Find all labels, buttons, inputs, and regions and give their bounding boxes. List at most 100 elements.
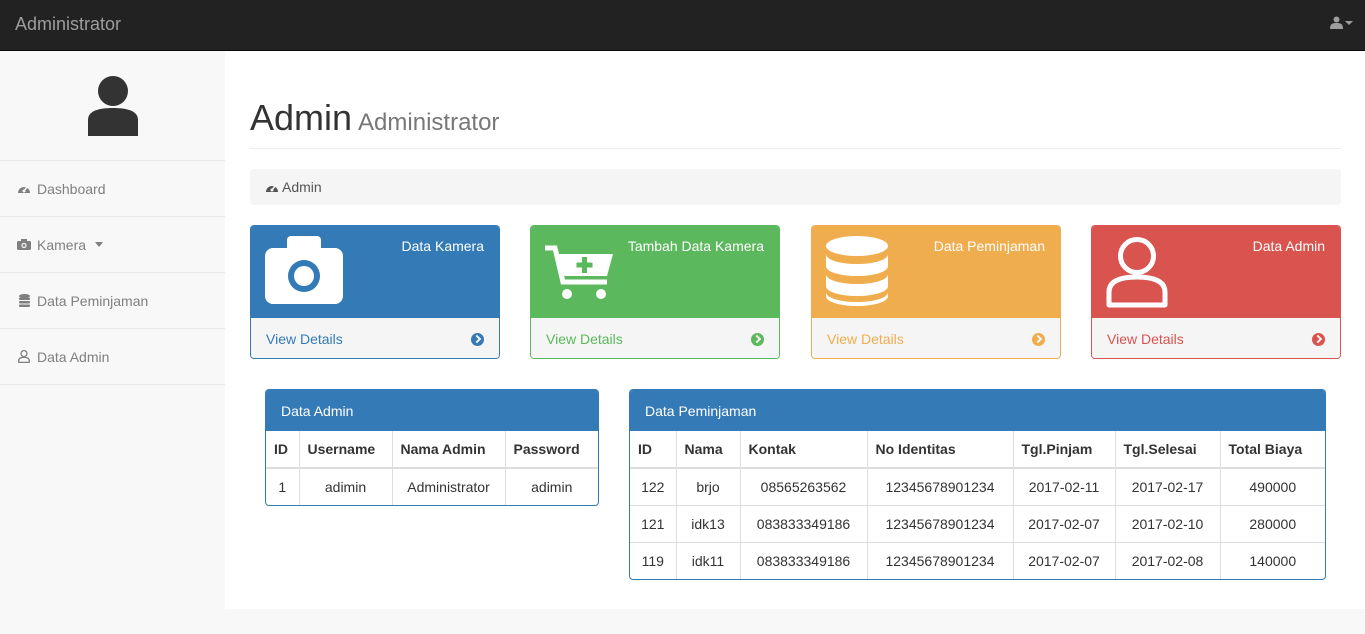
chevron-down-icon: [1345, 20, 1353, 25]
panel-heading: Data Admin: [266, 390, 598, 431]
chevron-down-icon: [95, 242, 104, 247]
user-outline-icon: [17, 350, 31, 364]
sidebar-item-data-admin[interactable]: Data Admin: [0, 329, 225, 385]
user-outline-icon: [1106, 236, 1168, 311]
main-content: Admin Administrator Admin Data Kamera Vie…: [225, 51, 1365, 609]
column-header: Kontak: [740, 431, 868, 469]
page-subtitle: Administrator: [358, 109, 500, 136]
column-header: Username: [299, 431, 393, 469]
table-row[interactable]: 1 adimin Administrator adimin: [266, 467, 598, 505]
card-header: Data Kamera: [251, 226, 499, 318]
card-link-label: View Details: [827, 331, 904, 347]
view-details-link[interactable]: View Details: [812, 318, 1060, 358]
arrow-circle-right-icon: [1032, 332, 1045, 346]
breadcrumb: Admin: [250, 169, 1341, 205]
card-header: Data Peminjaman: [812, 226, 1060, 318]
column-header: Tgl.Selesai: [1115, 431, 1221, 469]
table-cell: brjo: [676, 467, 741, 505]
dashboard-icon: [17, 182, 31, 196]
table-cell: 490000: [1220, 467, 1325, 505]
table-cell: 12345678901234: [867, 467, 1014, 505]
sidebar-item-label: Data Admin: [37, 348, 110, 365]
card-title: Data Peminjaman: [933, 238, 1045, 254]
table-cell: 1: [266, 467, 300, 505]
user-icon: [87, 75, 138, 136]
camera-icon: [265, 236, 343, 307]
card-header: Tambah Data Kamera: [531, 226, 779, 318]
card-title: Data Kamera: [401, 238, 484, 254]
card-data-peminjaman: Data Peminjaman View Details: [811, 225, 1061, 359]
table-cell: 2017-02-17: [1115, 467, 1221, 505]
sidebar-item-kamera[interactable]: Kamera: [0, 217, 225, 273]
view-details-link[interactable]: View Details: [531, 318, 779, 358]
view-details-link[interactable]: View Details: [251, 318, 499, 358]
card-data-kamera: Data Kamera View Details: [250, 225, 500, 359]
column-header: Tgl.Pinjam: [1013, 431, 1116, 469]
sidebar-avatar: [0, 51, 225, 161]
column-header: Nama Admin: [392, 431, 506, 469]
card-link-label: View Details: [546, 331, 623, 347]
table-row[interactable]: 122 brjo 08565263562 12345678901234 2017…: [630, 467, 1325, 505]
card-link-label: View Details: [1107, 331, 1184, 347]
page-header: Admin Administrator: [250, 97, 1341, 149]
table-cell: 2017-02-11: [1013, 467, 1116, 505]
card-header: Data Admin: [1092, 226, 1340, 318]
table-cell: adimin: [505, 467, 598, 505]
card-link-label: View Details: [266, 331, 343, 347]
table-cell: 2017-02-08: [1115, 541, 1221, 579]
sidebar-item-label: Kamera: [37, 236, 87, 253]
table-cell: 083833349186: [740, 504, 868, 542]
table-cell: 121: [630, 504, 677, 542]
arrow-circle-right-icon: [1312, 332, 1325, 346]
sidebar: Dashboard Kamera Data Peminjaman Data Ad…: [0, 51, 225, 634]
table-cell: idk11: [676, 541, 741, 579]
breadcrumb-item[interactable]: Admin: [282, 179, 322, 195]
camera-icon: [17, 238, 31, 252]
table-row[interactable]: 121 idk13 083833349186 12345678901234 20…: [630, 504, 1325, 542]
table-cell: 280000: [1220, 504, 1325, 542]
panel-heading: Data Peminjaman: [630, 390, 1325, 431]
card-title: Data Admin: [1252, 238, 1325, 254]
card-data-admin: Data Admin View Details: [1091, 225, 1341, 359]
column-header: ID: [266, 431, 300, 469]
database-icon: [17, 294, 31, 308]
page-title: Admin Administrator: [250, 97, 1341, 139]
dashboard-icon: [265, 182, 279, 193]
arrow-circle-right-icon: [751, 332, 764, 346]
table-cell: Administrator: [392, 467, 506, 505]
sidebar-item-dashboard[interactable]: Dashboard: [0, 161, 225, 217]
column-header: Total Biaya: [1220, 431, 1325, 469]
sidebar-item-label: Dashboard: [37, 180, 106, 197]
top-navbar: Administrator: [0, 0, 1365, 51]
table-cell: 2017-02-07: [1013, 504, 1116, 542]
column-header: Nama: [676, 431, 741, 469]
table-cell: 12345678901234: [867, 541, 1014, 579]
arrow-circle-right-icon: [471, 332, 484, 346]
user-menu-toggle[interactable]: [1330, 16, 1353, 29]
column-header: ID: [630, 431, 677, 469]
page-title-text: Admin: [250, 97, 353, 138]
footer-strip: [225, 609, 1365, 634]
admin-table-panel: Data Admin ID Username Nama Admin Passwo…: [265, 389, 599, 506]
table-cell: 12345678901234: [867, 504, 1014, 542]
table-cell: 2017-02-07: [1013, 541, 1116, 579]
admin-table: ID Username Nama Admin Password 1 adimin…: [266, 431, 598, 505]
brand-title[interactable]: Administrator: [15, 14, 121, 35]
loan-table-panel: Data Peminjaman ID Nama Kontak No Identi…: [629, 389, 1326, 580]
table-cell: 140000: [1220, 541, 1325, 579]
database-icon: [826, 236, 888, 309]
view-details-link[interactable]: View Details: [1092, 318, 1340, 358]
user-icon: [1330, 16, 1343, 29]
card-title: Tambah Data Kamera: [627, 238, 764, 254]
sidebar-item-label: Data Peminjaman: [37, 292, 149, 309]
table-cell: 122: [630, 467, 677, 505]
table-cell: idk13: [676, 504, 741, 542]
table-cell: 2017-02-10: [1115, 504, 1221, 542]
sidebar-item-data-peminjaman[interactable]: Data Peminjaman: [0, 273, 225, 329]
cart-plus-icon: [545, 244, 615, 305]
table-header-row: ID Nama Kontak No Identitas Tgl.Pinjam T…: [630, 431, 1325, 469]
column-header: No Identitas: [867, 431, 1014, 469]
table-row[interactable]: 119 idk11 083833349186 12345678901234 20…: [630, 541, 1325, 579]
card-tambah-data-kamera: Tambah Data Kamera View Details: [530, 225, 780, 359]
loan-table: ID Nama Kontak No Identitas Tgl.Pinjam T…: [630, 431, 1325, 579]
